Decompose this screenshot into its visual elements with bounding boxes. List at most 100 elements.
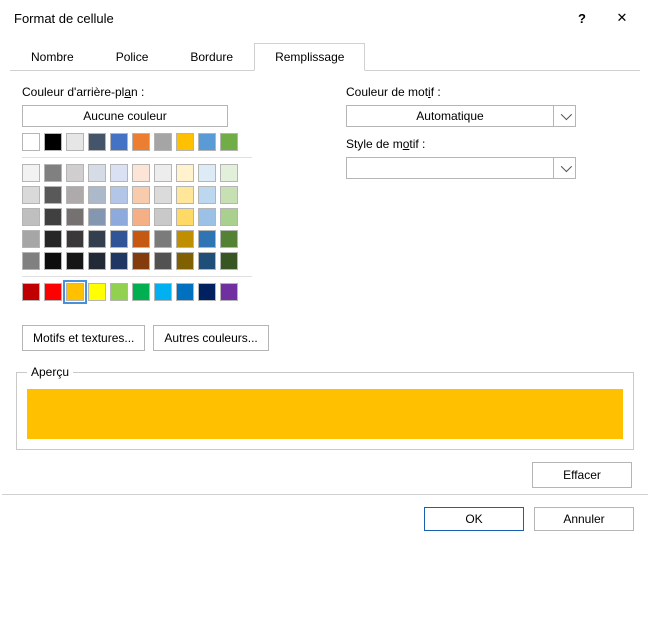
color-swatch[interactable] [44, 283, 62, 301]
color-swatch[interactable] [44, 208, 62, 226]
color-swatch[interactable] [198, 252, 216, 270]
ok-button[interactable]: OK [424, 507, 524, 531]
clear-button[interactable]: Effacer [532, 462, 632, 488]
color-swatch[interactable] [110, 133, 128, 151]
color-swatch[interactable] [110, 186, 128, 204]
color-swatch[interactable] [110, 252, 128, 270]
theme-shades [22, 164, 252, 270]
color-swatch[interactable] [198, 208, 216, 226]
pattern-color-value: Automatique [347, 106, 553, 126]
color-swatch[interactable] [22, 252, 40, 270]
chevron-down-icon [553, 158, 575, 178]
color-swatch[interactable] [176, 230, 194, 248]
color-swatch[interactable] [176, 208, 194, 226]
color-swatch[interactable] [132, 283, 150, 301]
color-swatch[interactable] [220, 164, 238, 182]
color-swatch[interactable] [44, 164, 62, 182]
preview-swatch [27, 389, 623, 439]
color-swatch[interactable] [176, 133, 194, 151]
color-swatch[interactable] [66, 164, 84, 182]
color-swatch[interactable] [88, 186, 106, 204]
cancel-button[interactable]: Annuler [534, 507, 634, 531]
color-swatch[interactable] [132, 230, 150, 248]
pattern-style-dropdown[interactable] [346, 157, 576, 179]
color-swatch[interactable] [176, 252, 194, 270]
color-swatch[interactable] [66, 133, 84, 151]
color-swatch[interactable] [154, 208, 172, 226]
color-swatch[interactable] [88, 208, 106, 226]
no-color-button[interactable]: Aucune couleur [22, 105, 228, 127]
color-swatch[interactable] [22, 283, 40, 301]
color-swatch[interactable] [198, 164, 216, 182]
theme-colors-row [22, 133, 252, 151]
color-swatch[interactable] [154, 230, 172, 248]
color-swatch[interactable] [88, 283, 106, 301]
color-swatch[interactable] [198, 230, 216, 248]
pattern-style-label: Style de motif : [346, 137, 628, 151]
right-column: Couleur de motif : Automatique Style de … [346, 85, 628, 351]
color-swatch[interactable] [88, 252, 106, 270]
color-swatch[interactable] [88, 133, 106, 151]
color-swatch[interactable] [132, 133, 150, 151]
left-column: Couleur d'arrière-plan : Aucune couleur … [22, 85, 322, 351]
fill-effects-button[interactable]: Motifs et textures... [22, 325, 145, 351]
color-swatch[interactable] [88, 164, 106, 182]
color-swatch[interactable] [22, 164, 40, 182]
color-swatch[interactable] [22, 133, 40, 151]
color-swatch[interactable] [132, 252, 150, 270]
color-swatch[interactable] [66, 283, 84, 301]
color-swatch[interactable] [220, 208, 238, 226]
more-colors-button[interactable]: Autres couleurs... [153, 325, 268, 351]
titlebar: Format de cellule ? ✕ [0, 0, 650, 36]
color-swatch[interactable] [220, 283, 238, 301]
color-swatch[interactable] [44, 133, 62, 151]
color-swatch[interactable] [44, 230, 62, 248]
color-swatch[interactable] [132, 186, 150, 204]
color-swatch[interactable] [198, 186, 216, 204]
color-swatch[interactable] [176, 164, 194, 182]
color-swatch[interactable] [154, 164, 172, 182]
color-swatch[interactable] [154, 186, 172, 204]
color-swatch[interactable] [44, 186, 62, 204]
color-swatch[interactable] [22, 186, 40, 204]
pattern-style-value [347, 158, 553, 178]
pattern-color-dropdown[interactable]: Automatique [346, 105, 576, 127]
color-swatch[interactable] [66, 230, 84, 248]
color-swatch[interactable] [154, 133, 172, 151]
color-swatch[interactable] [22, 230, 40, 248]
standard-colors-row [22, 283, 252, 301]
divider [22, 157, 252, 158]
color-swatch[interactable] [132, 208, 150, 226]
color-swatch[interactable] [220, 230, 238, 248]
color-swatch[interactable] [154, 283, 172, 301]
tab-border[interactable]: Bordure [169, 43, 254, 71]
color-swatch[interactable] [110, 230, 128, 248]
color-swatch[interactable] [88, 230, 106, 248]
color-swatch[interactable] [110, 164, 128, 182]
color-swatch[interactable] [198, 283, 216, 301]
color-swatch[interactable] [22, 208, 40, 226]
color-swatch[interactable] [220, 133, 238, 151]
color-swatch[interactable] [110, 283, 128, 301]
pattern-color-label: Couleur de motif : [346, 85, 628, 99]
tab-font[interactable]: Police [95, 43, 170, 71]
color-swatch[interactable] [176, 283, 194, 301]
color-swatch[interactable] [176, 186, 194, 204]
color-swatch[interactable] [220, 186, 238, 204]
tab-fill[interactable]: Remplissage [254, 43, 365, 71]
color-swatch[interactable] [44, 252, 62, 270]
color-swatch[interactable] [110, 208, 128, 226]
preview-group: Aperçu [16, 365, 634, 450]
color-swatch[interactable] [132, 164, 150, 182]
tab-bar: Nombre Police Bordure Remplissage [10, 42, 640, 71]
color-swatch[interactable] [198, 133, 216, 151]
color-swatch[interactable] [220, 252, 238, 270]
tab-number[interactable]: Nombre [10, 43, 95, 71]
color-swatch[interactable] [154, 252, 172, 270]
color-swatch[interactable] [66, 208, 84, 226]
divider [22, 276, 252, 277]
help-button[interactable]: ? [562, 3, 602, 33]
color-swatch[interactable] [66, 252, 84, 270]
close-button[interactable]: ✕ [602, 3, 642, 33]
color-swatch[interactable] [66, 186, 84, 204]
